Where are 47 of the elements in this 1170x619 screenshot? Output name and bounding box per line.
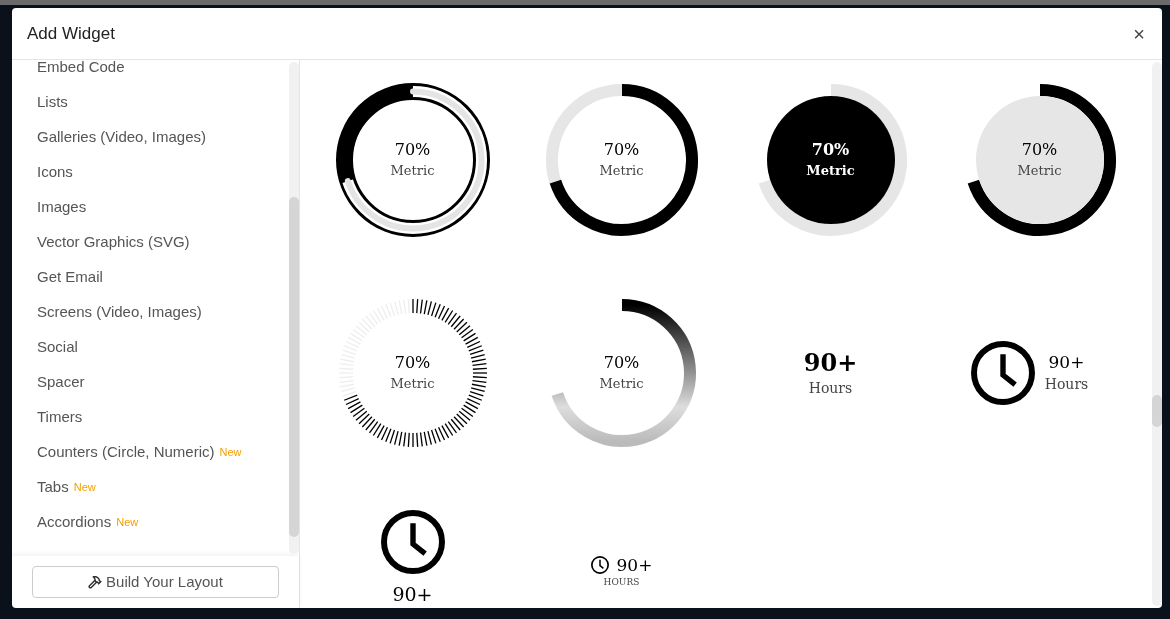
sidebar-item[interactable]: Icons — [37, 161, 73, 184]
counter-label: Hours — [808, 378, 853, 398]
counter-label: Hours — [1044, 374, 1089, 394]
sidebar-item[interactable]: Images — [37, 196, 87, 219]
new-label: New — [116, 515, 139, 531]
counter-label: Metric — [599, 374, 644, 393]
counter-value: 90+ — [616, 555, 653, 575]
sidebar-item[interactable]: Tabs — [37, 476, 69, 499]
counter-value: 90+ — [1048, 350, 1085, 373]
counter-label: Metric — [806, 161, 855, 180]
sidebar-item[interactable]: Timers — [37, 406, 83, 429]
new-label: New — [219, 445, 242, 461]
clock-icon — [970, 340, 1035, 405]
scrollbar[interactable] — [1152, 62, 1162, 606]
counter-value: 70% — [603, 138, 640, 161]
counter-label: Metric — [390, 374, 435, 393]
counter-label: Metric — [390, 161, 435, 180]
counter-value: 90+ — [803, 347, 858, 378]
counter-label: Metric — [599, 161, 644, 180]
counter-value: 70% — [1021, 138, 1058, 161]
close-button[interactable]: × — [1131, 23, 1147, 44]
clock-icon — [590, 556, 609, 574]
sidebar-item[interactable]: Lists — [37, 91, 68, 114]
window-title: Add Widget — [27, 22, 115, 45]
counter-value: 90+ — [392, 582, 433, 606]
counter-value: 70% — [603, 351, 640, 374]
sidebar-item[interactable]: Screens (Video, Images) — [37, 301, 202, 324]
counter-label: Metric — [1017, 161, 1062, 180]
new-label: New — [73, 480, 96, 496]
sidebar-item[interactable]: Accordions — [37, 511, 112, 534]
counter-label: HOURS — [603, 576, 640, 589]
sidebar-item[interactable]: Social — [37, 336, 78, 359]
sidebar-item[interactable]: Galleries (Video, Images) — [37, 126, 206, 149]
scrollbar[interactable] — [289, 62, 299, 554]
counter-value: 70% — [394, 351, 431, 374]
sidebar-item[interactable]: Spacer — [37, 371, 85, 394]
sidebar-item[interactable]: Get Email — [37, 266, 103, 289]
counter-value: 70% — [394, 138, 431, 161]
build-layout-button[interactable]: Build Your Layout — [32, 566, 279, 598]
scrollbar-thumb[interactable] — [289, 197, 299, 537]
sidebar-item[interactable]: Embed Code — [37, 60, 125, 79]
sidebar-item[interactable]: Vector Graphics (SVG) — [37, 231, 190, 254]
counter-value: 70% — [811, 138, 850, 161]
clock-icon — [380, 510, 445, 574]
hammer-icon — [88, 575, 103, 589]
sidebar-item[interactable]: Counters (Circle, Numeric) — [37, 441, 215, 464]
scrollbar-thumb[interactable] — [1152, 395, 1162, 427]
